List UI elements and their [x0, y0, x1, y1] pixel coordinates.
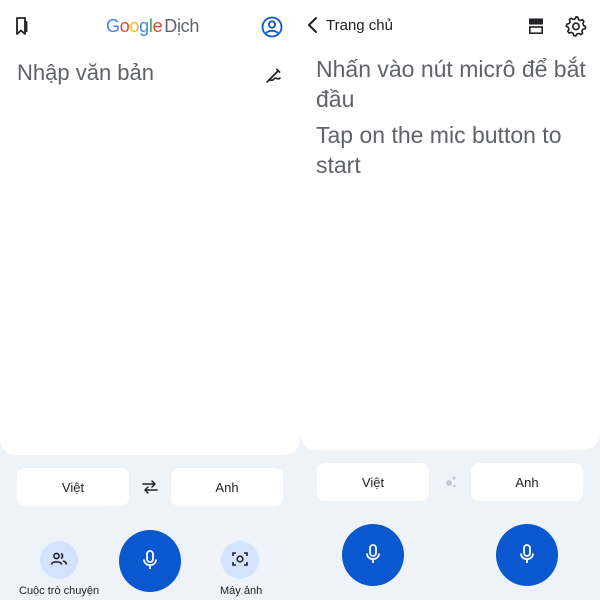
source-mic-button[interactable]	[342, 524, 404, 586]
conversation-button[interactable]	[40, 541, 78, 579]
target-language-button[interactable]: Anh	[171, 468, 283, 506]
sparkle-icon	[443, 475, 457, 489]
bookmark-icon[interactable]	[12, 16, 32, 36]
camera-label: Máy ảnh	[220, 585, 263, 597]
back-label: Trang chủ	[326, 16, 393, 34]
back-icon	[306, 16, 320, 34]
swap-icon[interactable]	[141, 480, 159, 494]
app-logo: Google Dịch	[106, 16, 200, 36]
mic-icon	[139, 549, 161, 574]
back-button[interactable]: Trang chủ	[306, 16, 393, 34]
text-input[interactable]: Nhập văn bản	[17, 60, 154, 86]
mic-icon	[516, 543, 538, 568]
translate-panel: Google Dịch Nhập văn bản Việt Anh Cuộc t…	[0, 0, 300, 600]
target-mic-button[interactable]	[496, 524, 558, 586]
voice-source-language-button[interactable]: Việt	[317, 463, 429, 501]
layout-icon[interactable]	[528, 17, 544, 35]
camera-button[interactable]	[221, 541, 259, 579]
camera-icon	[231, 550, 249, 571]
settings-icon[interactable]	[565, 15, 587, 37]
voice-target-language-button[interactable]: Anh	[471, 463, 583, 501]
people-icon	[50, 550, 68, 571]
input-card: Google Dịch Nhập văn bản	[0, 0, 300, 455]
mic-icon	[362, 543, 384, 568]
voice-prompt-vi: Nhấn vào nút micrô để bắt đầu	[316, 56, 586, 112]
voice-prompt-en: Tap on the mic button to start	[316, 122, 562, 178]
mic-button[interactable]	[119, 530, 181, 592]
conversation-label: Cuộc trò chuyện	[19, 585, 100, 597]
source-language-button[interactable]: Việt	[17, 468, 129, 506]
account-icon[interactable]	[261, 16, 283, 38]
handwrite-icon[interactable]	[265, 66, 283, 84]
